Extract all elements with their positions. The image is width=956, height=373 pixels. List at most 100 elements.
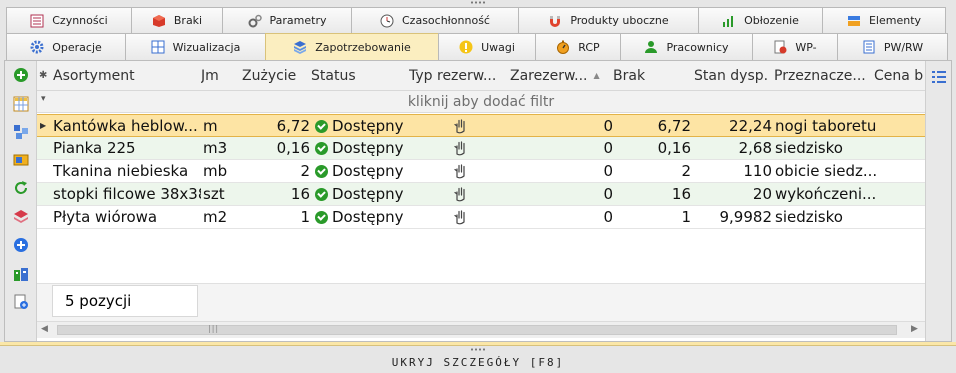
status-text: Dostępny <box>332 162 404 180</box>
tab-zapotrzebowanie[interactable]: Zapotrzebowanie <box>265 33 439 60</box>
column-header-asortyment[interactable]: Asortyment <box>53 61 198 91</box>
table-grid-icon <box>13 96 29 116</box>
tab-parametry[interactable]: Parametry <box>222 7 352 33</box>
cell-stan-dysp: 22,24 <box>729 117 772 135</box>
zapotrzebowanie-grid: ✱ Asortyment Jm Zużycie Status Typ rezer… <box>37 61 925 341</box>
tab-label: Zapotrzebowanie <box>315 40 411 54</box>
table-row[interactable]: Pianka 225 m3 0,16 Dostępny 0 0,16 2,68 … <box>37 137 925 160</box>
column-header-zarezerwowane[interactable]: Zarezerw... <box>510 61 613 91</box>
document-red-icon <box>773 40 787 54</box>
cell-brak: 2 <box>681 162 691 180</box>
column-header-przeznaczenie[interactable]: Przeznacze... <box>774 61 871 91</box>
hand-icon[interactable] <box>453 115 469 137</box>
blocks-icon <box>13 124 29 144</box>
add-row-button[interactable] <box>12 68 30 86</box>
add-blue-button[interactable] <box>12 238 30 256</box>
table-row[interactable]: Płyta wiórowa m2 1 Dostępny 0 1 9,9982 s… <box>37 206 925 229</box>
tabs-row-1: Czynności Braki Parametry Czasochłonność… <box>6 7 950 33</box>
magnet-icon <box>548 14 562 28</box>
document-add-icon <box>13 294 29 314</box>
tab-oblozenie[interactable]: Obłozenie <box>698 7 823 33</box>
tab-czasochlonnosc[interactable]: Czasochłonność <box>351 7 519 33</box>
tab-label: Elementy <box>868 14 922 27</box>
panel-grip[interactable] <box>470 348 486 351</box>
details-button[interactable] <box>12 153 30 171</box>
list-icon <box>30 14 44 28</box>
column-header-typ-rezerwacji[interactable]: Typ rezerw... <box>409 61 509 91</box>
cell-zarezerwowane: 0 <box>603 162 613 180</box>
layers-button[interactable] <box>12 210 30 228</box>
cell-stan-dysp: 110 <box>743 162 772 180</box>
panel-divider <box>0 342 956 346</box>
cell-jm: szt <box>203 185 225 203</box>
column-header-brak[interactable]: Brak <box>613 61 691 91</box>
stopwatch-icon <box>556 40 570 54</box>
card-icon <box>13 152 29 172</box>
cell-jm: m3 <box>203 139 228 157</box>
tab-wp[interactable]: WP- <box>752 33 838 60</box>
tab-label: Czasochłonność <box>402 14 490 27</box>
hand-icon[interactable] <box>453 206 469 228</box>
tab-label: Czynności <box>52 14 108 27</box>
table-row[interactable]: stopki filcowe 38x38 szt 16 Dostępny 0 1… <box>37 183 925 206</box>
table-view-button[interactable] <box>12 96 30 116</box>
table-row[interactable]: Tkanina niebieska mb 2 Dostępny 0 2 110 … <box>37 160 925 183</box>
cell-zuzycie: 16 <box>290 185 310 203</box>
cell-jm: mb <box>203 162 228 180</box>
tab-elementy[interactable]: Elementy <box>822 7 946 33</box>
document-add-button[interactable] <box>12 294 30 314</box>
hand-icon[interactable] <box>453 137 469 159</box>
tab-czynnosci[interactable]: Czynności <box>6 7 132 33</box>
stack-red-icon <box>13 209 29 229</box>
tab-pracownicy[interactable]: Pracownicy <box>620 33 753 60</box>
column-header-stan-dysp[interactable]: Stan dysp. <box>694 61 772 91</box>
cell-zarezerwowane: 0 <box>603 208 613 226</box>
column-header-status[interactable]: Status <box>311 61 406 91</box>
tab-wizualizacja[interactable]: Wizualizacja <box>125 33 266 60</box>
hide-details-button[interactable]: UKRYJ SZCZEGÓŁY [F8] <box>0 352 956 373</box>
filter-row[interactable]: ▾ kliknij aby dodać filtr <box>37 91 925 113</box>
tab-label: Braki <box>173 14 203 27</box>
tab-uwagi[interactable]: Uwagi <box>438 33 536 60</box>
tab-label: RCP <box>578 40 600 54</box>
filter-hint: kliknij aby dodać filtr <box>407 94 555 110</box>
warehouse-button[interactable] <box>12 267 30 285</box>
group-view-button[interactable] <box>12 125 30 143</box>
scroll-right-icon[interactable]: ▶ <box>911 324 918 334</box>
cell-stan-dysp: 2,68 <box>738 139 772 157</box>
column-chooser-button[interactable] <box>931 69 947 89</box>
scrollbar-thumb[interactable]: ||| <box>57 324 897 335</box>
refresh-button[interactable] <box>12 181 30 199</box>
cell-zarezerwowane: 0 <box>603 117 613 135</box>
cell-zuzycie: 0,16 <box>276 139 310 157</box>
top-resize-grip[interactable] <box>0 0 956 6</box>
bar-chart-icon <box>722 14 736 28</box>
cell-zuzycie: 1 <box>300 208 310 226</box>
column-header-jm[interactable]: Jm <box>201 61 237 91</box>
column-header-zuzycie[interactable]: Zużycie <box>242 61 310 91</box>
cell-przeznaczenie: siedzisko <box>775 139 843 157</box>
tab-rcp[interactable]: RCP <box>535 33 621 60</box>
tab-braki[interactable]: Braki <box>131 7 223 33</box>
hand-icon[interactable] <box>453 160 469 182</box>
cell-status: Dostępny <box>315 183 407 205</box>
hand-icon[interactable] <box>453 183 469 205</box>
check-circle-icon <box>315 119 328 133</box>
tab-operacje[interactable]: Operacje <box>6 33 126 60</box>
cell-asortyment: Płyta wiórowa <box>53 208 158 226</box>
cell-brak: 16 <box>671 185 691 203</box>
row-indicator-header: ✱ <box>39 70 48 81</box>
tab-produkty-uboczne[interactable]: Produkty uboczne <box>518 7 699 33</box>
person-icon <box>644 40 658 54</box>
scroll-left-icon[interactable]: ◀ <box>41 324 48 334</box>
grid-icon <box>151 40 165 54</box>
tab-content-zapotrzebowanie: ✱ Asortyment Jm Zużycie Status Typ rezer… <box>4 60 952 342</box>
tab-label: Uwagi <box>481 40 515 54</box>
cell-brak: 6,72 <box>657 117 691 135</box>
tab-pw-rw[interactable]: PW/RW <box>837 33 948 60</box>
warehouse-icon <box>13 266 29 286</box>
column-header-cena[interactable]: Cena b <box>874 61 925 91</box>
tab-label: Wizualizacja <box>172 40 241 54</box>
table-row[interactable]: ▶ Kantówka heblow... m 6,72 Dostępny 0 6… <box>37 114 925 137</box>
horizontal-scrollbar[interactable]: ◀ ||| ▶ <box>37 321 925 338</box>
